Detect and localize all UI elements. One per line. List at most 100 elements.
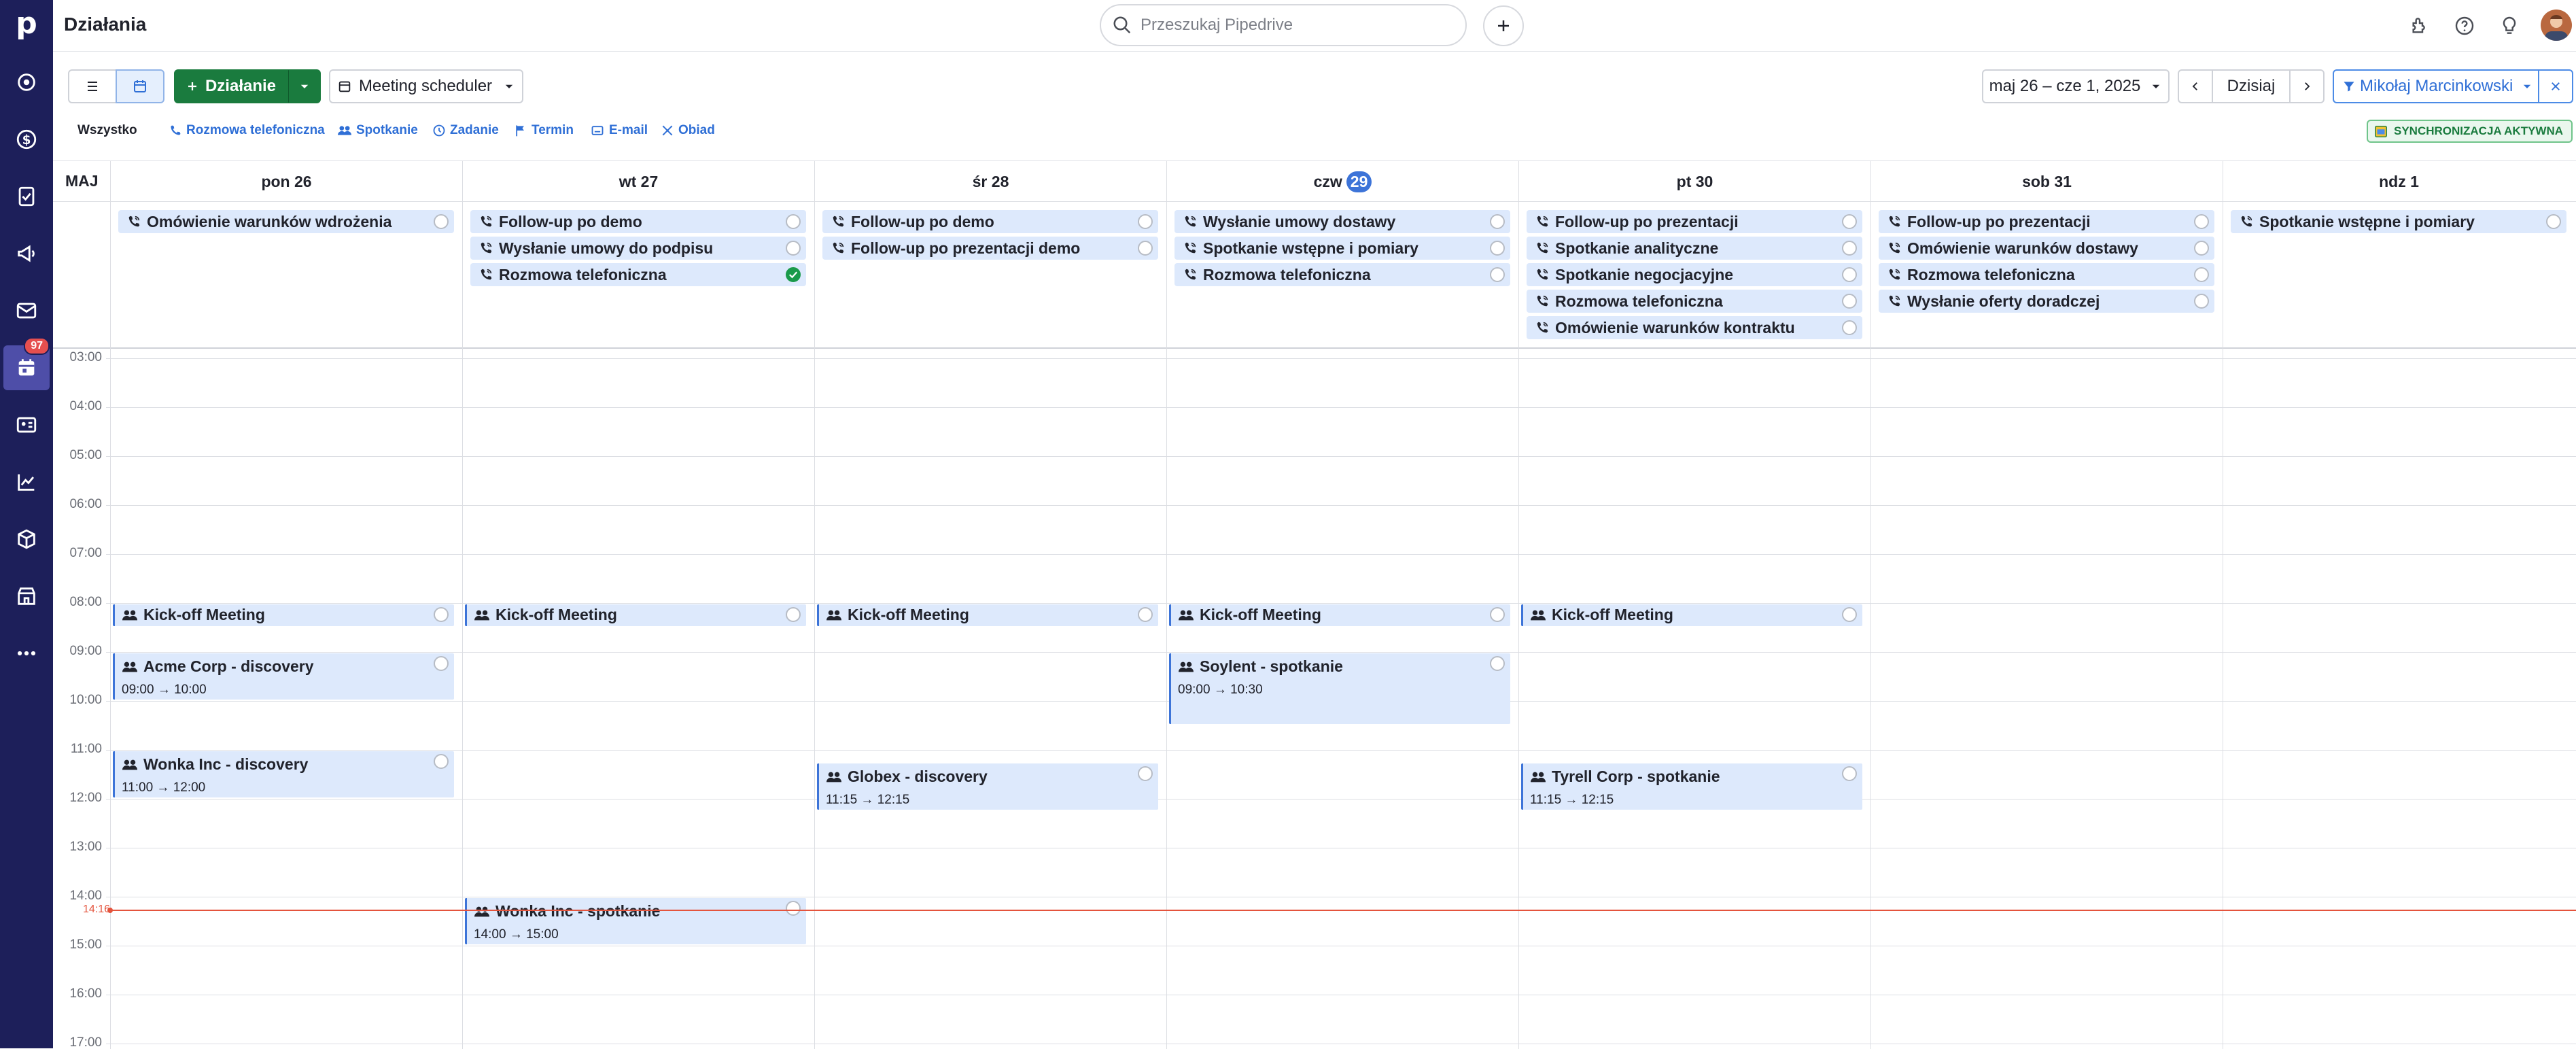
done-checkbox[interactable] — [1842, 320, 1857, 335]
all-day-activity[interactable]: Wysłanie oferty doradczej — [1879, 290, 2214, 313]
user-avatar[interactable] — [2541, 10, 2572, 41]
sidebar-item-contacts[interactable] — [3, 402, 50, 447]
done-checkbox[interactable] — [2194, 214, 2209, 229]
all-day-activity[interactable]: Rozmowa telefoniczna — [1879, 263, 2214, 286]
day-header[interactable]: ndz 1 — [2223, 161, 2575, 202]
done-checkbox[interactable] — [786, 241, 801, 256]
done-checkbox[interactable] — [2194, 241, 2209, 256]
all-day-activity[interactable]: Follow-up po demo — [470, 210, 806, 233]
sidebar-item-products[interactable] — [3, 517, 50, 562]
done-checkbox[interactable] — [1138, 241, 1153, 256]
meeting-scheduler-button[interactable]: Meeting scheduler — [329, 69, 523, 103]
all-day-activity[interactable]: Spotkanie wstępne i pomiary — [2231, 210, 2566, 233]
done-checkbox[interactable] — [434, 656, 449, 671]
filter-task[interactable]: Zadanie — [432, 120, 499, 141]
calendar-event[interactable]: Kick-off Meeting — [113, 604, 454, 626]
calendar-event[interactable]: Wonka Inc - discovery 11:00 → 12:00 — [113, 751, 454, 797]
all-day-activity[interactable]: Omówienie warunków kontraktu — [1527, 316, 1862, 339]
search-input[interactable] — [1141, 16, 1440, 35]
done-checkbox[interactable] — [1842, 214, 1857, 229]
all-day-activity[interactable]: Follow-up po prezentacji — [1527, 210, 1862, 233]
sidebar-item-tasks[interactable] — [3, 174, 50, 219]
done-checkbox[interactable] — [786, 267, 801, 282]
sidebar-item-marketplace[interactable] — [3, 574, 50, 619]
sidebar-item-more[interactable] — [3, 631, 50, 676]
day-header[interactable]: pt 30 — [1518, 161, 1870, 202]
day-header[interactable]: czw 29 — [1166, 161, 1518, 202]
done-checkbox[interactable] — [1490, 214, 1505, 229]
calendar-event[interactable]: Kick-off Meeting — [1169, 604, 1510, 626]
filter-call[interactable]: Rozmowa telefoniczna — [169, 120, 325, 141]
add-activity-dropdown[interactable] — [288, 69, 321, 103]
calendar-event[interactable]: Soylent - spotkanie 09:00 → 10:30 — [1169, 653, 1510, 724]
day-header[interactable]: pon 26 — [110, 161, 462, 202]
done-checkbox[interactable] — [434, 214, 449, 229]
done-checkbox[interactable] — [1842, 294, 1857, 309]
day-header[interactable]: śr 28 — [814, 161, 1166, 202]
filter-email[interactable]: E-mail — [590, 120, 648, 141]
sidebar-item-mail[interactable] — [3, 288, 50, 333]
done-checkbox[interactable] — [2194, 267, 2209, 282]
done-checkbox[interactable] — [1490, 241, 1505, 256]
clear-assignee-button[interactable] — [2538, 69, 2573, 103]
done-checkbox[interactable] — [1490, 656, 1505, 671]
done-checkbox[interactable] — [1138, 607, 1153, 622]
add-activity-button[interactable]: Działanie — [174, 69, 288, 103]
next-week-button[interactable] — [2289, 69, 2325, 103]
filter-deadline[interactable]: Termin — [514, 120, 574, 141]
calendar-event[interactable]: Tyrell Corp - spotkanie 11:15 → 12:15 — [1521, 763, 1862, 810]
calendar-view-button[interactable] — [116, 69, 164, 103]
list-view-button[interactable] — [68, 69, 117, 103]
sync-status-badge[interactable]: SYNCHRONIZACJA AKTYWNA — [2367, 120, 2573, 143]
all-day-activity[interactable]: Follow-up po prezentacji demo — [822, 237, 1158, 260]
search-box[interactable] — [1100, 4, 1467, 46]
done-checkbox[interactable] — [1138, 766, 1153, 781]
done-checkbox[interactable] — [1842, 267, 1857, 282]
all-day-activity[interactable]: Rozmowa telefoniczna — [1174, 263, 1510, 286]
sidebar-item-leads[interactable] — [3, 60, 50, 105]
calendar-event[interactable]: Kick-off Meeting — [817, 604, 1158, 626]
done-checkbox[interactable] — [1490, 607, 1505, 622]
calendar-event[interactable]: Wonka Inc - spotkanie 14:00 → 15:00 — [465, 898, 806, 944]
calendar-event[interactable]: Acme Corp - discovery 09:00 → 10:00 — [113, 653, 454, 700]
sidebar-item-insights[interactable] — [3, 460, 50, 504]
all-day-activity[interactable]: Wysłanie umowy dostawy — [1174, 210, 1510, 233]
done-checkbox[interactable] — [786, 607, 801, 622]
sidebar-item-activities[interactable]: 97 — [3, 337, 50, 390]
done-checkbox[interactable] — [434, 754, 449, 769]
date-range-picker[interactable]: maj 26 – cze 1, 2025 — [1982, 69, 2170, 103]
all-day-activity[interactable]: Spotkanie wstępne i pomiary — [1174, 237, 1510, 260]
all-day-activity[interactable]: Spotkanie negocjacyjne — [1527, 263, 1862, 286]
done-checkbox[interactable] — [2194, 294, 2209, 309]
done-checkbox[interactable] — [434, 607, 449, 622]
day-header[interactable]: sob 31 — [1870, 161, 2223, 202]
all-day-activity[interactable]: Omówienie warunków dostawy — [1879, 237, 2214, 260]
all-day-activity[interactable]: Omówienie warunków wdrożenia — [118, 210, 454, 233]
previous-week-button[interactable] — [2178, 69, 2213, 103]
done-checkbox[interactable] — [786, 214, 801, 229]
extensions-button[interactable] — [2406, 12, 2433, 39]
calendar-event[interactable]: Globex - discovery 11:15 → 12:15 — [817, 763, 1158, 810]
calendar-event[interactable]: Kick-off Meeting — [465, 604, 806, 626]
done-checkbox[interactable] — [1138, 214, 1153, 229]
filter-lunch[interactable]: Obiad — [661, 120, 715, 141]
pipedrive-logo[interactable]: p — [8, 5, 45, 42]
day-header[interactable]: wt 27 — [462, 161, 814, 202]
done-checkbox[interactable] — [1490, 267, 1505, 282]
tips-button[interactable] — [2496, 12, 2523, 39]
all-day-activity[interactable]: Rozmowa telefoniczna — [1527, 290, 1862, 313]
filter-all[interactable]: Wszystko — [77, 120, 137, 141]
all-day-activity[interactable]: Spotkanie analityczne — [1527, 237, 1862, 260]
all-day-activity[interactable]: Rozmowa telefoniczna — [470, 263, 806, 286]
sidebar-item-campaigns[interactable] — [3, 231, 50, 276]
done-checkbox[interactable] — [2546, 214, 2561, 229]
done-checkbox[interactable] — [1842, 607, 1857, 622]
all-day-activity[interactable]: Follow-up po demo — [822, 210, 1158, 233]
all-day-activity[interactable]: Wysłanie umowy do podpisu — [470, 237, 806, 260]
sidebar-item-deals[interactable]: $ — [3, 117, 50, 162]
done-checkbox[interactable] — [1842, 241, 1857, 256]
done-checkbox[interactable] — [1842, 766, 1857, 781]
help-button[interactable] — [2451, 12, 2478, 39]
today-button[interactable]: Dzisiaj — [2212, 69, 2291, 103]
all-day-activity[interactable]: Follow-up po prezentacji — [1879, 210, 2214, 233]
